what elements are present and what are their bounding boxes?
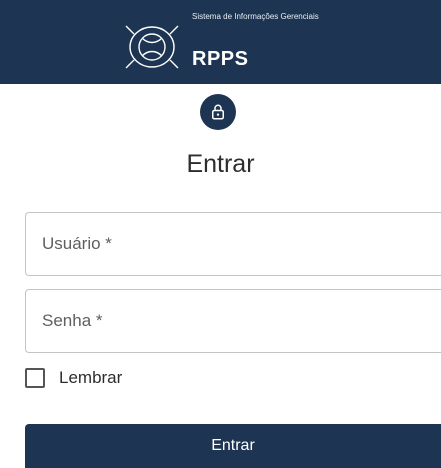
lock-icon <box>212 104 224 120</box>
username-field[interactable]: Usuário * <box>25 212 441 277</box>
submit-button[interactable]: Entrar <box>25 424 441 468</box>
app-header: Sistema de Informações Gerenciais RPPS <box>0 0 441 84</box>
brand-name: RPPS <box>192 48 249 70</box>
password-field[interactable]: Senha * <box>25 289 441 354</box>
globe-emblem-icon <box>125 25 179 69</box>
system-name: Sistema de Informações Gerenciais <box>192 12 319 21</box>
username-input[interactable] <box>26 213 441 277</box>
lock-badge <box>200 94 236 130</box>
password-input[interactable] <box>26 290 441 354</box>
remember-label: Lembrar <box>59 368 123 387</box>
remember-option[interactable]: Lembrar <box>25 366 122 390</box>
page-title: Entrar <box>186 150 255 178</box>
remember-checkbox[interactable] <box>25 368 45 388</box>
